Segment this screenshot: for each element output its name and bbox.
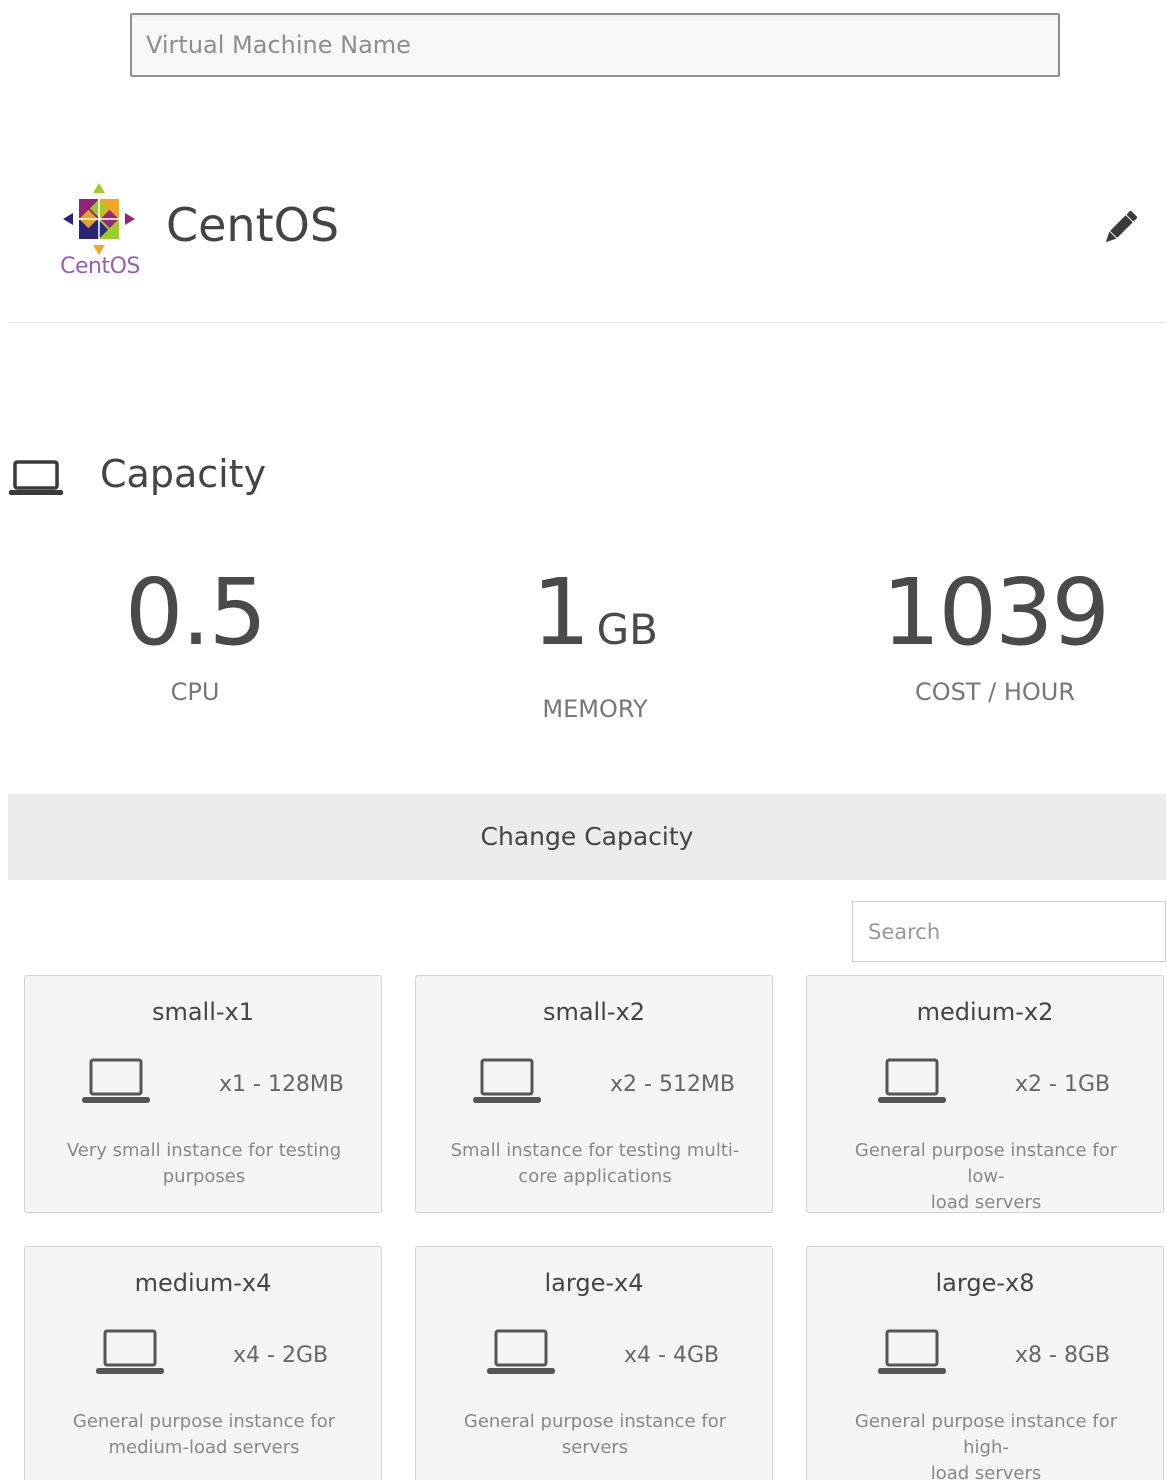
laptop-icon bbox=[473, 1058, 541, 1103]
instance-name: large-x8 bbox=[935, 1269, 1035, 1297]
capacity-heading: Capacity bbox=[8, 448, 408, 504]
laptop-icon bbox=[9, 460, 63, 495]
instance-name: medium-x2 bbox=[916, 998, 1054, 1026]
centos-logo-icon bbox=[63, 183, 135, 255]
instance-card-small-x1[interactable]: small-x1 x1 - 128MB Very small instance … bbox=[24, 975, 382, 1213]
instance-name: small-x2 bbox=[542, 998, 646, 1026]
os-selection-row: CentOS CentOS bbox=[8, 178, 1166, 323]
instance-description: General purpose instance for servers bbox=[463, 1411, 727, 1458]
instance-search-input[interactable] bbox=[852, 901, 1166, 962]
instance-spec: x4 - 2GB bbox=[233, 1343, 329, 1368]
instance-description: General purpose instance for low-load se… bbox=[854, 1140, 1118, 1213]
memory-value: 1 bbox=[532, 559, 591, 666]
instance-description: Very small instance for testing purposes bbox=[66, 1140, 342, 1187]
instance-description: Small instance for testing multi-core ap… bbox=[450, 1140, 740, 1187]
cpu-stat: 0.5 CPU bbox=[0, 558, 390, 706]
memory-label: MEMORY bbox=[542, 695, 648, 723]
os-name: CentOS bbox=[166, 198, 340, 252]
memory-unit: GB bbox=[596, 605, 658, 654]
instance-spec: x4 - 4GB bbox=[624, 1343, 720, 1368]
instance-spec: x2 - 512MB bbox=[610, 1072, 736, 1097]
instance-name: large-x4 bbox=[544, 1269, 644, 1297]
laptop-icon bbox=[82, 1058, 150, 1103]
instance-spec: x1 - 128MB bbox=[219, 1072, 345, 1097]
cost-label: COST / HOUR bbox=[914, 678, 1076, 706]
laptop-icon bbox=[878, 1329, 946, 1374]
instance-card-small-x2[interactable]: small-x2 x2 - 512MB Small instance for t… bbox=[415, 975, 773, 1213]
instance-name: small-x1 bbox=[151, 998, 255, 1026]
cpu-value: 0.5 bbox=[124, 559, 267, 666]
cost-stat: 1039 COST / HOUR bbox=[800, 558, 1167, 706]
pencil-icon bbox=[1105, 210, 1138, 243]
centos-logo-wordmark: CentOS bbox=[60, 254, 140, 279]
laptop-icon bbox=[487, 1329, 555, 1374]
instance-name: medium-x4 bbox=[134, 1269, 272, 1297]
instance-card-medium-x2[interactable]: medium-x2 x2 - 1GB General purpose insta… bbox=[806, 975, 1164, 1213]
change-capacity-button[interactable]: Change Capacity bbox=[8, 794, 1166, 880]
edit-os-button[interactable] bbox=[1098, 206, 1142, 250]
instance-card-large-x8[interactable]: large-x8 x8 - 8GB General purpose instan… bbox=[806, 1246, 1164, 1480]
vm-name-field-wrapper bbox=[130, 13, 1060, 77]
instance-spec: x8 - 8GB bbox=[1015, 1343, 1111, 1368]
laptop-icon bbox=[96, 1329, 164, 1374]
vm-name-input[interactable] bbox=[130, 13, 1060, 77]
cost-value: 1039 bbox=[881, 559, 1110, 666]
instance-card-large-x4[interactable]: large-x4 x4 - 4GB General purpose instan… bbox=[415, 1246, 773, 1480]
laptop-icon bbox=[878, 1058, 946, 1103]
memory-stat: 1 GB MEMORY bbox=[400, 558, 790, 723]
instance-description: General purpose instance for medium-load … bbox=[72, 1411, 336, 1458]
instance-description: General purpose instance for high-load s… bbox=[854, 1411, 1118, 1480]
capacity-title: Capacity bbox=[100, 452, 267, 496]
instance-card-medium-x4[interactable]: medium-x4 x4 - 2GB General purpose insta… bbox=[24, 1246, 382, 1480]
os-logo: CentOS bbox=[48, 182, 152, 282]
instance-spec: x2 - 1GB bbox=[1015, 1072, 1111, 1097]
cpu-label: CPU bbox=[170, 678, 220, 706]
